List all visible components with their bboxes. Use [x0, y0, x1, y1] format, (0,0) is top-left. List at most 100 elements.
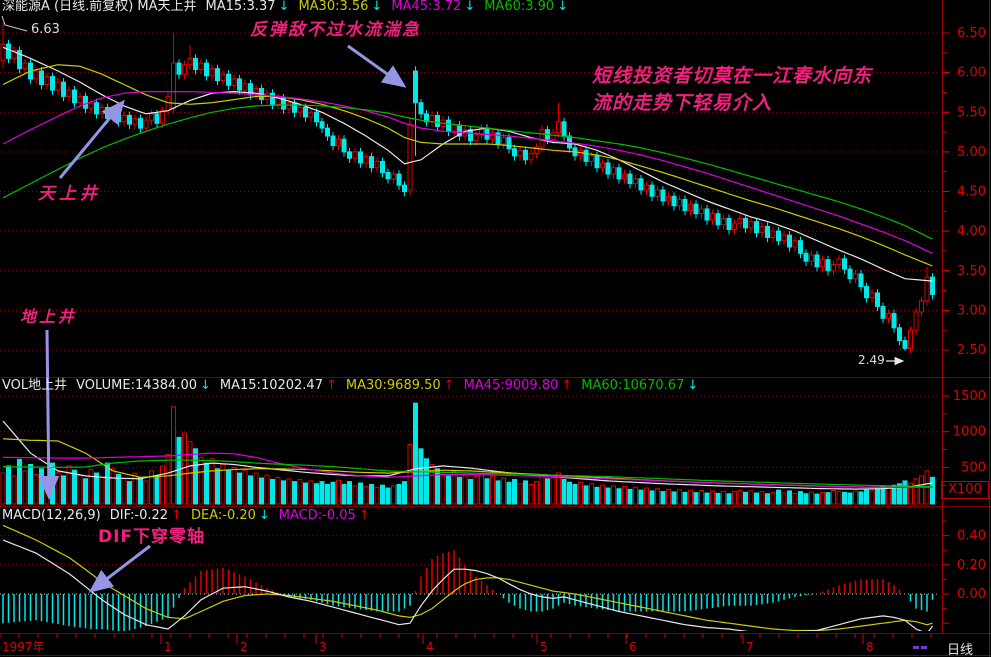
candle [199, 63, 203, 69]
volume-bar [914, 479, 918, 504]
volume-bar [161, 466, 165, 504]
candle [95, 103, 99, 114]
candle [513, 149, 517, 156]
indicator-readout: MACD:-0.05 [279, 509, 356, 523]
axes: 6.506.005.505.004.504.003.503.002.501500… [0, 0, 991, 657]
candle [557, 122, 561, 133]
volume-bar [865, 490, 869, 504]
candle [359, 152, 363, 163]
volume-bar [353, 486, 357, 504]
volume-bar [848, 493, 852, 504]
volume-bar [469, 479, 473, 504]
volume-bar [194, 449, 198, 504]
volume-bar [271, 479, 275, 504]
axis-tick-label: 0.20 [957, 558, 986, 573]
candle [139, 119, 143, 129]
candle [590, 156, 594, 162]
candle [73, 90, 77, 103]
candle [832, 264, 836, 270]
volume-bar [320, 482, 324, 504]
year-label: 1997年 [2, 640, 45, 654]
indicator-readout: MA30:9689.50 [346, 379, 441, 393]
axis-tick-label: 500 [961, 460, 986, 475]
candle [122, 115, 126, 121]
chart-canvas[interactable]: 6.506.005.505.004.504.003.503.002.501500… [0, 0, 991, 657]
candle [304, 107, 308, 117]
period-selector-label[interactable]: 日线 [947, 639, 973, 657]
volume-bar [463, 474, 467, 504]
candle [62, 82, 66, 96]
axis-tick-label: 0.40 [957, 529, 986, 544]
indicator-readout: 深能源A (日线.前复权) MA天上井 [2, 0, 197, 14]
candle [117, 112, 121, 122]
up-arrow-icon: ↑ [171, 509, 182, 523]
candle [711, 214, 715, 220]
candle [436, 115, 440, 126]
volume-bar [513, 479, 517, 504]
candle [645, 185, 649, 190]
candle [150, 114, 154, 120]
annotation-warning-line1: 短线投资者切莫在一江春水向东 [592, 61, 872, 88]
volume-bar [843, 492, 847, 504]
volume-bar [903, 481, 907, 504]
volume-bar [540, 476, 544, 504]
volume-bar [815, 494, 819, 504]
candle [188, 58, 192, 64]
volume-bar [502, 478, 506, 504]
volume-bar [529, 484, 533, 504]
candle [529, 153, 533, 159]
candle [815, 255, 819, 267]
down-arrow-icon: ↓ [464, 0, 475, 14]
volume-bar [535, 482, 539, 504]
volume-bar [491, 476, 495, 504]
volume-bar [694, 493, 698, 504]
indicator-readout: MA60:10670.67 [581, 379, 684, 393]
candle [909, 330, 913, 348]
candle [931, 277, 935, 294]
volume-bar [760, 492, 764, 504]
volume-bar [282, 481, 286, 504]
candle [760, 226, 764, 232]
candle [353, 152, 357, 158]
volume-bar [821, 492, 825, 504]
volume-bar [639, 490, 643, 504]
candle [1, 44, 5, 61]
candle [689, 204, 693, 210]
volume-bar [799, 492, 803, 504]
volume-bar [485, 479, 489, 504]
volume-bar [766, 494, 770, 504]
axis-tick-label: 5.50 [957, 105, 986, 120]
candle [216, 69, 220, 81]
volume-bar [738, 491, 742, 504]
volume-bar [744, 492, 748, 504]
volume-bar [12, 476, 16, 504]
candle [518, 150, 522, 156]
volume-bar [683, 492, 687, 504]
down-arrow-icon: ↓ [687, 379, 698, 393]
volume-bar [496, 481, 500, 504]
volume-bar [458, 477, 462, 504]
volume-bar [810, 492, 814, 504]
candle [634, 179, 638, 184]
volume-bar [700, 491, 704, 504]
annotation-dif-cross: DIF下穿零轴 [98, 522, 205, 547]
volume-bar [18, 460, 22, 504]
volume-pane-header: VOL地上井VOLUME:14384.00↓MA15:10202.47↑MA30… [2, 379, 698, 393]
volume-ma15-line [3, 421, 933, 489]
volume-bar [111, 469, 115, 504]
candle [430, 115, 434, 121]
axis-tick-label: 4.50 [957, 185, 986, 200]
candle [683, 199, 687, 210]
indicator-readout: MA30:3.56 [298, 0, 368, 14]
candle [397, 174, 401, 185]
volume-bar [375, 487, 379, 504]
candle [177, 63, 181, 74]
volume-bar [650, 491, 654, 504]
candle [755, 222, 759, 233]
axis-tick-label: 0.00 [957, 587, 986, 602]
volume-bar [606, 488, 610, 504]
candle [331, 136, 335, 146]
volume-bar [579, 482, 583, 504]
candle [315, 112, 319, 122]
volume-bar [95, 473, 99, 504]
